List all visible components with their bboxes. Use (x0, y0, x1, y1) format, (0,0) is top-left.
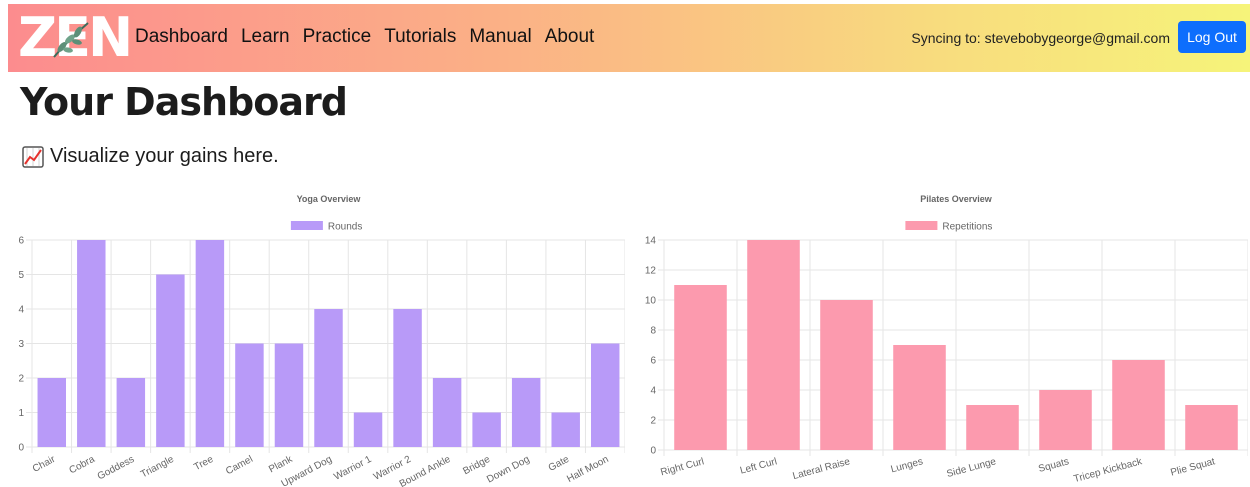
yoga-bar-triangle (156, 274, 185, 447)
pilates-y-tick-label: 12 (645, 266, 657, 277)
zen-logo[interactable]: ZEN (18, 11, 133, 65)
yoga-bar-gate (551, 412, 580, 447)
page-title: Your Dashboard (20, 80, 348, 124)
page-subtitle: Visualize your gains here. (22, 145, 279, 168)
pilates-x-tick-label: Left Curl (739, 456, 778, 476)
pilates-x-tick-label: Right Curl (659, 456, 705, 478)
yoga-y-tick-label: 0 (18, 443, 24, 454)
yoga-x-tick-label: Triangle (139, 454, 176, 481)
nav-link-practice[interactable]: Practice (303, 26, 372, 48)
yoga-bar-bound-ankle (432, 378, 462, 447)
pilates-x-tick-label: Lateral Raise (792, 456, 852, 482)
logout-button[interactable]: Log Out (1178, 21, 1246, 53)
nav-links: Dashboard Learn Practice Tutorials Manua… (135, 26, 594, 48)
yoga-chart-title: Yoga Overview (297, 194, 362, 204)
leaf-icon (53, 22, 89, 58)
pilates-y-tick-label: 4 (650, 386, 656, 397)
pilates-bar-tricep-kickback (1112, 360, 1165, 450)
sync-status: Syncing to: stevebobygeorge@gmail.com (911, 30, 1170, 46)
pilates-x-tick-label: Tricep Kickback (1073, 456, 1145, 485)
yoga-bar-upward-dog (314, 309, 343, 447)
yoga-x-tick-label: Goddess (96, 454, 137, 483)
subtitle-text: Visualize your gains here. (50, 145, 279, 167)
yoga-x-tick-label: Plank (267, 453, 295, 475)
nav-link-about[interactable]: About (545, 26, 595, 48)
pilates-y-tick-label: 14 (645, 236, 657, 247)
yoga-x-tick-label: Chair (31, 454, 58, 475)
pilates-y-tick-label: 6 (650, 356, 656, 367)
yoga-x-tick-label: Cobra (67, 454, 97, 477)
nav-link-learn[interactable]: Learn (241, 26, 290, 48)
pilates-bar-side-lunge (966, 405, 1019, 450)
yoga-bar-half-moon (591, 343, 620, 447)
yoga-overview-chart: Yoga Overview Rounds 0 1 2 3 4 5 6 Chair Cobra Godd… (5, 183, 625, 487)
yoga-bar-plank (274, 343, 304, 447)
yoga-y-tick-label: 3 (18, 339, 24, 350)
yoga-bar-camel (235, 343, 264, 447)
pilates-chart-svg: Pilates Overview Repetitions 0 2 4 6 8 10 12 14 Ri… (645, 194, 1248, 485)
yoga-y-tick-label: 4 (18, 305, 24, 316)
pilates-legend-swatch (905, 221, 938, 230)
pilates-y-tick-label: 0 (650, 446, 656, 457)
navbar: ZEN Dashboard Learn Practice Tutorials M… (8, 4, 1250, 72)
pilates-bar-left-curl (747, 240, 800, 450)
nav-link-tutorials[interactable]: Tutorials (384, 26, 456, 48)
yoga-bar-cobra (77, 240, 106, 447)
pilates-legend-label: Repetitions (942, 222, 992, 233)
yoga-y-tick-label: 1 (18, 408, 24, 419)
nav-link-dashboard[interactable]: Dashboard (135, 26, 228, 48)
pilates-bar-plie-squat (1185, 405, 1238, 450)
yoga-bar-chair (37, 378, 66, 447)
pilates-bar-right-curl (674, 285, 727, 450)
pilates-chart-title: Pilates Overview (920, 194, 993, 204)
yoga-y-tick-label: 6 (18, 236, 24, 247)
pilates-overview-chart: Pilates Overview Repetitions 0 2 4 6 8 10 12 14 Ri… (628, 183, 1248, 487)
yoga-bar-warrior-2 (393, 309, 422, 447)
yoga-bar-bridge (472, 412, 501, 447)
pilates-bar-lateral-raise (820, 300, 873, 450)
yoga-bar-goddess (116, 378, 146, 447)
pilates-bar-squats (1039, 390, 1092, 450)
chart-increasing-icon (22, 145, 44, 168)
pilates-x-tick-label: Plie Squat (1169, 456, 1216, 478)
yoga-legend-swatch (290, 221, 323, 230)
pilates-y-tick-label: 2 (650, 416, 656, 427)
yoga-y-tick-label: 2 (18, 374, 24, 385)
yoga-chart-svg: Yoga Overview Rounds 0 1 2 3 4 5 6 Chair Cobra Godd… (18, 194, 625, 487)
yoga-bar-warrior-1 (353, 412, 383, 447)
yoga-x-tick-label: Tree (192, 454, 215, 473)
yoga-x-tick-label: Gate (547, 454, 572, 474)
yoga-x-tick-label: Half Moon (565, 454, 610, 485)
yoga-x-tick-label: Warrior 1 (332, 454, 374, 483)
pilates-y-tick-label: 10 (645, 296, 657, 307)
yoga-legend-label: Rounds (328, 222, 362, 233)
yoga-bar-tree (195, 240, 225, 447)
pilates-x-tick-label: Squats (1037, 456, 1070, 475)
yoga-y-tick-label: 5 (18, 270, 24, 281)
yoga-x-tick-label: Camel (224, 454, 255, 477)
nav-link-manual[interactable]: Manual (469, 26, 531, 48)
pilates-bar-lunges (893, 345, 946, 450)
pilates-y-tick-label: 8 (650, 326, 656, 337)
yoga-bar-down-dog (511, 378, 541, 447)
yoga-x-tick-label: Down Dog (485, 454, 531, 486)
pilates-x-tick-label: Side Lunge (946, 456, 998, 480)
pilates-x-tick-label: Lunges (890, 456, 925, 475)
